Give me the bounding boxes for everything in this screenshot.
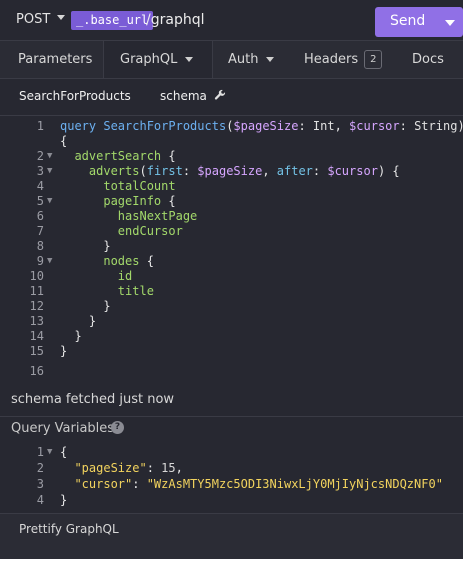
editor-footer: Prettify GraphQL bbox=[0, 513, 463, 559]
request-tabs: Parameters GraphQL Auth Headers 2 Docs bbox=[0, 40, 463, 79]
send-dropdown-caret-icon[interactable] bbox=[445, 20, 455, 26]
tab-auth[interactable]: Auth bbox=[228, 41, 275, 78]
headers-count-badge: 2 bbox=[364, 50, 383, 69]
help-icon[interactable]: ? bbox=[111, 421, 124, 434]
send-label: Send bbox=[390, 13, 426, 29]
prettify-graphql-button[interactable]: Prettify GraphQL bbox=[19, 522, 119, 536]
method-dropdown-caret-icon[interactable] bbox=[57, 15, 65, 20]
tab-parameters-label: Parameters bbox=[18, 52, 93, 67]
tab-graphql-label: GraphQL bbox=[120, 52, 178, 67]
url-bar: POST _.base_url /graphql Send bbox=[0, 0, 463, 40]
fold-arrow-icon: ▼ bbox=[47, 256, 53, 266]
tab-headers-label: Headers bbox=[304, 52, 359, 67]
base-url-variable-tag[interactable]: _.base_url bbox=[71, 11, 154, 30]
tab-docs-label: Docs bbox=[412, 52, 444, 67]
graphql-query-editor[interactable]: 1 query SearchForProducts($pageSize: Int,… bbox=[0, 117, 463, 382]
schema-tab[interactable]: schema bbox=[160, 89, 226, 103]
fold-arrow-icon: ▼ bbox=[47, 447, 53, 457]
fold-arrow-icon: ▼ bbox=[47, 196, 53, 206]
wrench-icon bbox=[214, 89, 225, 100]
url-path-input[interactable]: /graphql bbox=[146, 11, 204, 30]
http-method-selector[interactable]: POST bbox=[16, 12, 50, 27]
app-window: POST _.base_url /graphql Send Parameters… bbox=[0, 0, 463, 559]
query-variables-title: Query Variables bbox=[11, 421, 115, 436]
tab-parameters[interactable]: Parameters bbox=[18, 41, 92, 78]
tab-headers[interactable]: Headers 2 bbox=[304, 41, 383, 78]
tab-auth-caret-icon bbox=[266, 57, 275, 62]
fold-arrow-icon: ▼ bbox=[47, 151, 53, 161]
tab-graphql[interactable]: GraphQL bbox=[103, 41, 213, 78]
tab-docs[interactable]: Docs bbox=[412, 41, 444, 78]
schema-tab-label: schema bbox=[160, 89, 207, 103]
query-variables-header: Query Variables ? bbox=[0, 416, 463, 441]
send-button[interactable]: Send bbox=[375, 7, 463, 37]
tab-graphql-caret-icon bbox=[185, 57, 194, 62]
schema-status-text: schema fetched just now bbox=[11, 392, 175, 407]
operation-name-tab[interactable]: SearchForProducts bbox=[19, 89, 131, 103]
query-variables-editor[interactable]: 1 ▼{ 2 "pageSize": 15, 3 "cursor": "WzAsM… bbox=[0, 443, 463, 513]
graphql-subtabs: SearchForProducts schema bbox=[0, 79, 463, 116]
fold-arrow-icon: ▼ bbox=[47, 166, 53, 176]
tab-auth-label: Auth bbox=[228, 52, 259, 67]
